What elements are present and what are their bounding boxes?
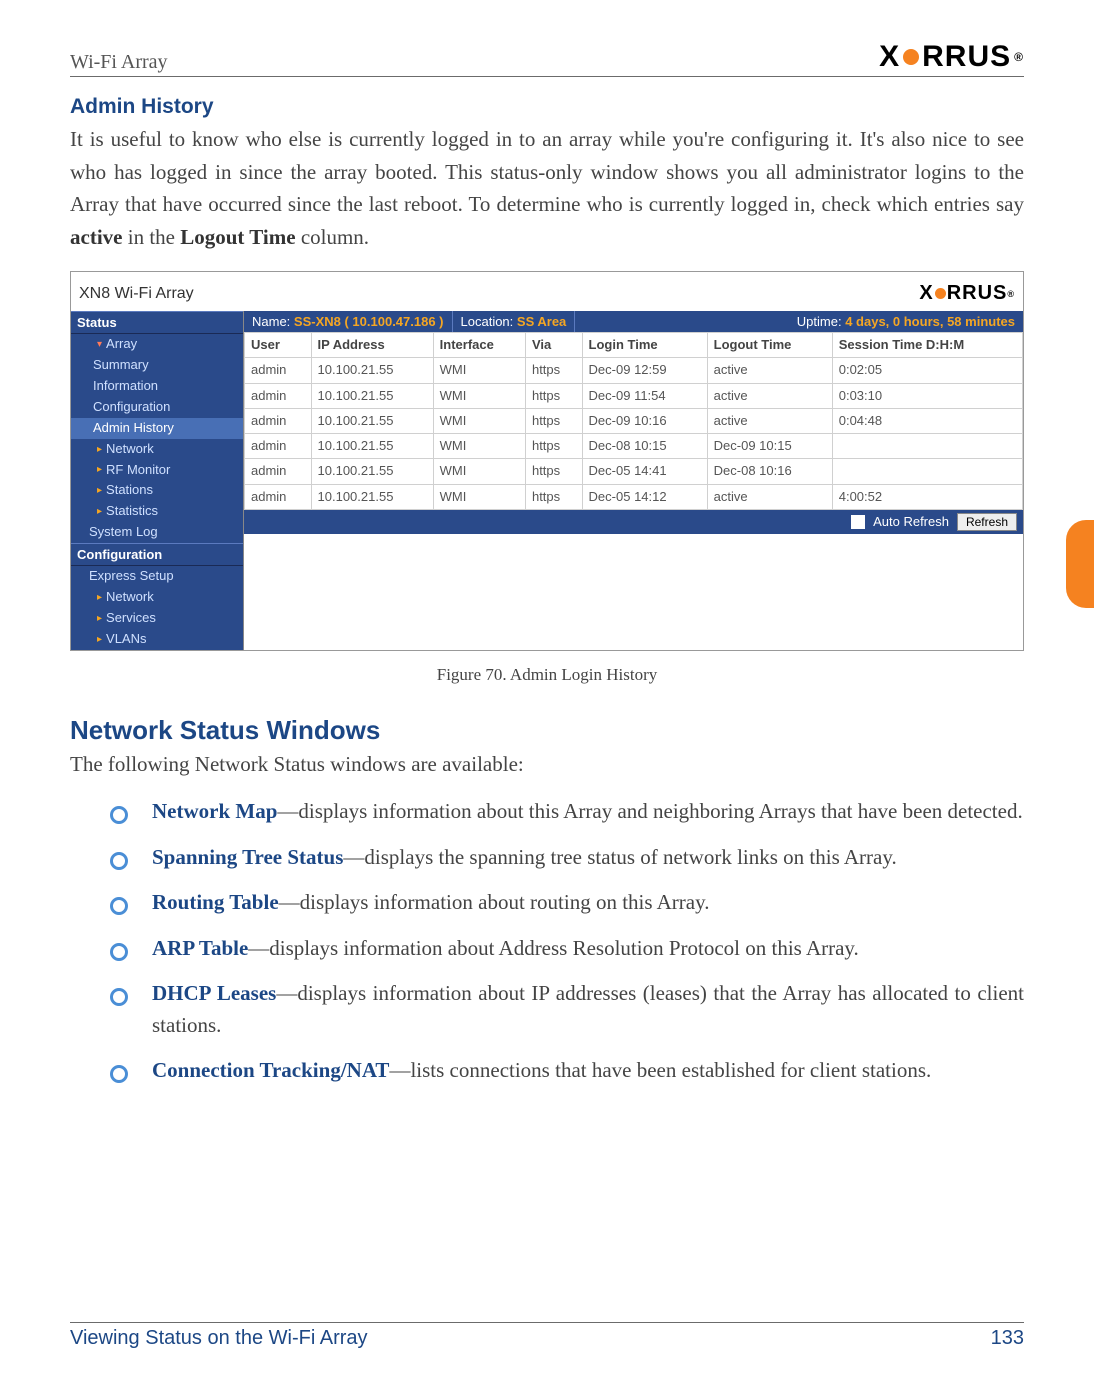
nav-item-network[interactable]: ▸Network bbox=[71, 439, 243, 460]
table-row: admin10.100.21.55WMIhttpsDec-09 12:59act… bbox=[245, 358, 1023, 383]
admin-history-screenshot: XN8 Wi-Fi Array X RRUS ® Status ▾Array S… bbox=[70, 271, 1024, 650]
expand-icon: ▸ bbox=[97, 463, 102, 476]
th-user: User bbox=[245, 333, 312, 358]
nav-item-configuration[interactable]: Configuration bbox=[71, 397, 243, 418]
feature-link[interactable]: Spanning Tree Status bbox=[152, 845, 343, 869]
table-row: admin10.100.21.55WMIhttpsDec-08 10:15Dec… bbox=[245, 434, 1023, 459]
page-side-tab bbox=[1066, 520, 1094, 608]
page-header: Wi-Fi Array X RRUS ® bbox=[70, 40, 1024, 77]
nav-item-cfg-network[interactable]: ▸Network bbox=[71, 587, 243, 608]
section-title-admin-history: Admin History bbox=[70, 95, 1024, 119]
table-row: admin10.100.21.55WMIhttpsDec-09 10:16act… bbox=[245, 408, 1023, 433]
th-session-time: Session Time D:H:M bbox=[832, 333, 1022, 358]
nav-item-summary[interactable]: Summary bbox=[71, 355, 243, 376]
feature-link[interactable]: Routing Table bbox=[152, 890, 279, 914]
info-name-value: SS-XN8 ( 10.100.47.186 ) bbox=[294, 314, 444, 329]
feature-link[interactable]: Network Map bbox=[152, 799, 277, 823]
ss-title: XN8 Wi-Fi Array bbox=[79, 285, 194, 303]
section-title-network-status: Network Status Windows bbox=[70, 715, 1024, 746]
list-item: Spanning Tree Status—displays the spanni… bbox=[110, 842, 1024, 874]
figure-caption: Figure 70. Admin Login History bbox=[70, 665, 1024, 685]
nav-item-rf-monitor[interactable]: ▸RF Monitor bbox=[71, 460, 243, 481]
info-uptime-value: 4 days, 0 hours, 58 minutes bbox=[845, 314, 1015, 329]
ss-table-footer: Auto Refresh Refresh bbox=[244, 510, 1023, 534]
ss-info-bar: Name: SS-XN8 ( 10.100.47.186 ) Location:… bbox=[244, 311, 1023, 332]
footer-page-number: 133 bbox=[991, 1327, 1024, 1350]
expand-icon: ▸ bbox=[97, 443, 102, 456]
th-ip: IP Address bbox=[311, 333, 433, 358]
expand-icon: ▸ bbox=[97, 505, 102, 518]
brand-dot-icon bbox=[903, 49, 919, 65]
table-row: admin10.100.21.55WMIhttpsDec-09 11:54act… bbox=[245, 383, 1023, 408]
info-location-value: SS Area bbox=[517, 314, 566, 329]
th-login-time: Login Time bbox=[582, 333, 707, 358]
nav-item-system-log[interactable]: System Log bbox=[71, 522, 243, 543]
nav-heading-configuration: Configuration bbox=[71, 543, 243, 566]
auto-refresh-checkbox[interactable] bbox=[851, 515, 865, 529]
expand-icon: ▸ bbox=[97, 591, 102, 604]
expand-icon: ▸ bbox=[97, 612, 102, 625]
auto-refresh-label: Auto Refresh bbox=[873, 514, 949, 529]
nav-item-stations[interactable]: ▸Stations bbox=[71, 480, 243, 501]
refresh-button[interactable]: Refresh bbox=[957, 513, 1017, 531]
th-via: Via bbox=[525, 333, 582, 358]
expand-icon: ▸ bbox=[97, 484, 102, 497]
feature-link[interactable]: Connection Tracking/NAT bbox=[152, 1058, 389, 1082]
brand-logo: X RRUS ® bbox=[879, 40, 1024, 74]
feature-list: Network Map—displays information about t… bbox=[70, 796, 1024, 1087]
list-item: DHCP Leases—displays information about I… bbox=[110, 978, 1024, 1041]
admin-history-table: User IP Address Interface Via Login Time… bbox=[244, 332, 1023, 510]
table-row: admin10.100.21.55WMIhttpsDec-05 14:41Dec… bbox=[245, 459, 1023, 484]
nav-item-array[interactable]: ▾Array bbox=[71, 334, 243, 355]
ss-brand-logo: X RRUS ® bbox=[919, 282, 1015, 305]
th-logout-time: Logout Time bbox=[707, 333, 832, 358]
brand-dot-icon bbox=[935, 288, 946, 299]
feature-link[interactable]: DHCP Leases bbox=[152, 981, 276, 1005]
list-item: Routing Table—displays information about… bbox=[110, 887, 1024, 919]
nav-item-express-setup[interactable]: Express Setup bbox=[71, 566, 243, 587]
nav-item-services[interactable]: ▸Services bbox=[71, 608, 243, 629]
feature-link[interactable]: ARP Table bbox=[152, 936, 248, 960]
page-footer: Viewing Status on the Wi-Fi Array 133 bbox=[70, 1322, 1024, 1350]
admin-history-paragraph: It is useful to know who else is current… bbox=[70, 123, 1024, 253]
table-row: admin10.100.21.55WMIhttpsDec-05 14:12act… bbox=[245, 484, 1023, 509]
header-label: Wi-Fi Array bbox=[70, 51, 168, 74]
list-item: ARP Table—displays information about Add… bbox=[110, 933, 1024, 965]
list-item: Network Map—displays information about t… bbox=[110, 796, 1024, 828]
th-interface: Interface bbox=[433, 333, 525, 358]
nav-item-statistics[interactable]: ▸Statistics bbox=[71, 501, 243, 522]
nav-item-admin-history[interactable]: Admin History bbox=[71, 418, 243, 439]
nav-item-information[interactable]: Information bbox=[71, 376, 243, 397]
expand-icon: ▸ bbox=[97, 633, 102, 646]
nav-heading-status: Status bbox=[71, 311, 243, 334]
expand-icon: ▾ bbox=[97, 338, 102, 351]
network-status-intro: The following Network Status windows are… bbox=[70, 748, 1024, 781]
ss-nav: Status ▾Array Summary Information Config… bbox=[71, 311, 244, 649]
list-item: Connection Tracking/NAT—lists connection… bbox=[110, 1055, 1024, 1087]
nav-item-vlans[interactable]: ▸VLANs bbox=[71, 629, 243, 650]
footer-section: Viewing Status on the Wi-Fi Array bbox=[70, 1327, 368, 1350]
